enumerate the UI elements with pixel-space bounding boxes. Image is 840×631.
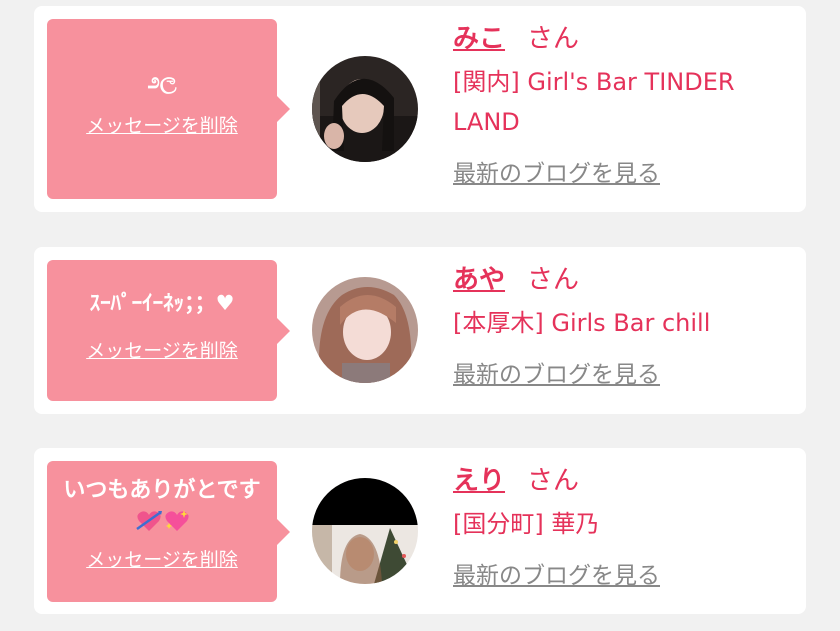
delete-message-link[interactable]: メッセージを削除 bbox=[86, 336, 238, 363]
avatar-photo bbox=[312, 277, 418, 383]
honorific: さん bbox=[527, 265, 580, 295]
message-text: ｽｰﾊﾟｰｲｰﾈｯ；；♥ bbox=[89, 291, 235, 315]
heart-with-arrow-icon bbox=[136, 509, 162, 533]
message-card: ೨ල メッセージを削除 みこ さん [関内] Girl's Bar TINDER … bbox=[34, 6, 806, 212]
profile-info: えり さん [国分町] 華乃 最新のブログを見る bbox=[453, 464, 790, 590]
honorific: さん bbox=[527, 466, 580, 496]
profile-info: みこ さん [関内] Girl's Bar TINDER LAND 最新のブログを… bbox=[453, 22, 790, 188]
message-bubble: ｽｰﾊﾟｰｲｰﾈｯ；；♥ メッセージを削除 bbox=[47, 260, 290, 401]
avatar-photo bbox=[312, 56, 418, 162]
shop-name: [国分町] 華乃 bbox=[453, 510, 600, 538]
avatar-photo bbox=[312, 478, 418, 584]
profile-name-link[interactable]: みこ bbox=[453, 24, 505, 54]
message-text: いつもありがとです bbox=[53, 475, 271, 539]
latest-blog-link[interactable]: 最新のブログを見る bbox=[453, 355, 660, 389]
message-card: ｽｰﾊﾟｰｲｰﾈｯ；；♥ メッセージを削除 あや さん [本厚木] Girls B… bbox=[34, 247, 806, 414]
message-bubble: ೨ල メッセージを削除 bbox=[47, 19, 290, 199]
delete-message-link[interactable]: メッセージを削除 bbox=[86, 111, 238, 138]
shop-name: [関内] Girl's Bar TINDER LAND bbox=[453, 68, 735, 136]
profile-info: あや さん [本厚木] Girls Bar chill 最新のブログを見る bbox=[453, 263, 790, 389]
avatar[interactable] bbox=[312, 277, 418, 383]
honorific: さん bbox=[527, 24, 580, 54]
profile-name-link[interactable]: あや bbox=[453, 265, 505, 295]
sparkling-heart-icon bbox=[164, 509, 190, 533]
message-card: いつもありがとです メッセージを削除 えり さん [国分町] 華乃 最新のブログ… bbox=[34, 448, 806, 614]
latest-blog-link[interactable]: 最新のブログを見る bbox=[453, 556, 660, 590]
latest-blog-link[interactable]: 最新のブログを見る bbox=[453, 154, 660, 188]
shop-name: [本厚木] Girls Bar chill bbox=[453, 309, 711, 337]
message-bubble: いつもありがとです メッセージを削除 bbox=[47, 461, 290, 602]
delete-message-link[interactable]: メッセージを削除 bbox=[86, 545, 238, 572]
message-text: ೨ල bbox=[147, 69, 177, 94]
avatar[interactable] bbox=[312, 478, 418, 584]
profile-name-link[interactable]: えり bbox=[453, 466, 505, 496]
avatar[interactable] bbox=[312, 56, 418, 162]
